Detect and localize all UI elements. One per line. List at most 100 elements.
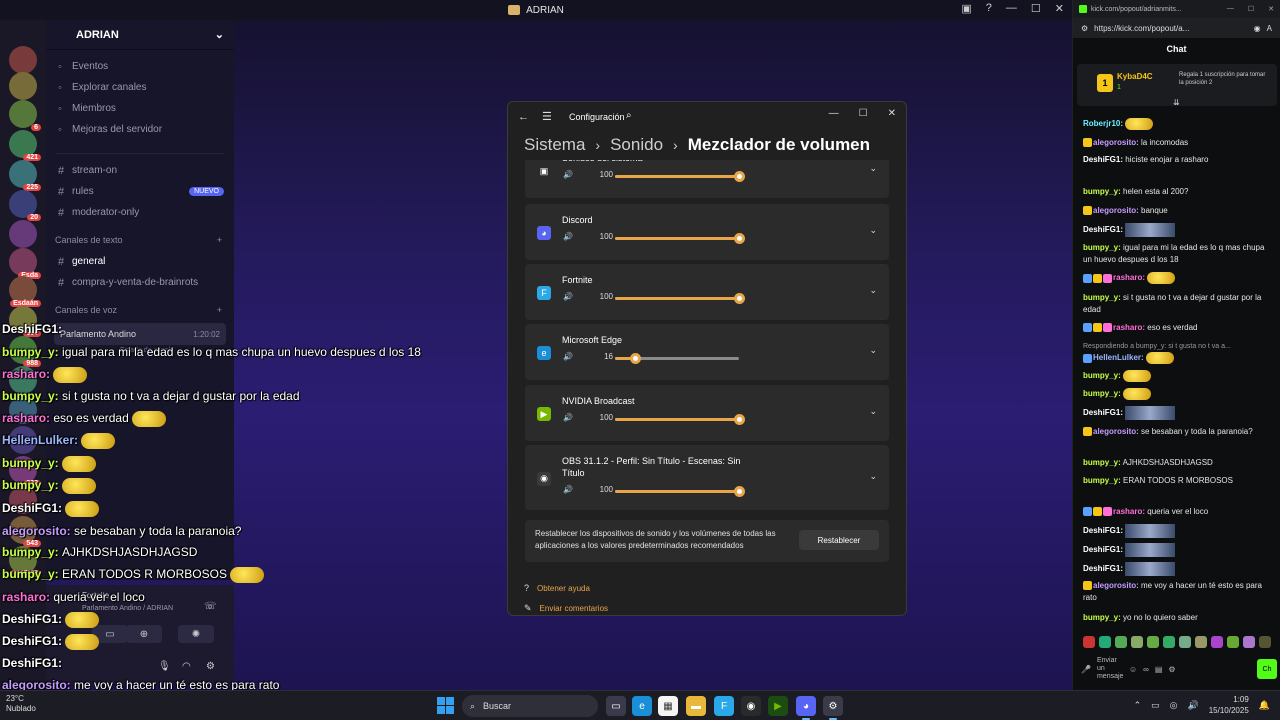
chat-username[interactable]: HellenLulker: (1093, 353, 1144, 362)
gear-icon[interactable]: ⚙ (1168, 665, 1175, 674)
volume-slider[interactable] (615, 171, 745, 182)
emote-bar[interactable] (1083, 636, 1273, 650)
chat-username[interactable]: DeshiFG1: (1083, 225, 1123, 234)
chat-username[interactable]: DeshiFG1: (1083, 526, 1123, 535)
channel-stream-on[interactable]: # stream-on (46, 160, 234, 181)
volume-slider-thumb[interactable] (734, 233, 745, 244)
network-icon[interactable]: ◎ (1170, 700, 1178, 711)
add-channel-icon[interactable]: + (217, 235, 222, 245)
reset-button[interactable]: Restablecer (799, 530, 879, 550)
help-icon[interactable]: ? (986, 2, 992, 15)
volume-slider-thumb[interactable] (734, 293, 745, 304)
display-icon[interactable]: ▭ (1151, 700, 1160, 711)
chat-username[interactable]: rasharo: (1113, 507, 1145, 516)
chat-username[interactable]: bumpy_y: (1083, 371, 1121, 380)
close-button[interactable]: ✕ (1055, 2, 1064, 15)
chat-username[interactable]: bumpy_y: (1083, 613, 1121, 622)
chat-username[interactable]: Roberjr10: (1083, 119, 1123, 128)
quick-emote-icon[interactable] (1131, 636, 1143, 648)
add-voice-channel-icon[interactable]: + (217, 305, 222, 315)
chat-username[interactable]: bumpy_y: (1083, 476, 1121, 485)
volume-icon[interactable]: 🔊 (1188, 700, 1199, 711)
server-icon[interactable]: 6 (9, 100, 41, 131)
quick-emote-icon[interactable] (1195, 636, 1207, 648)
maximize-button[interactable]: ☐ (1031, 2, 1041, 15)
volume-slider-thumb[interactable] (629, 353, 641, 364)
close-button[interactable]: ✕ (1268, 5, 1274, 13)
help-link[interactable]: ? Obtener ayuda (524, 583, 590, 593)
microphone-icon[interactable]: 🎤 (1081, 665, 1091, 674)
chevron-down-icon[interactable]: ⌄ (869, 225, 877, 236)
minimize-button[interactable]: — (829, 108, 839, 119)
volume-icon[interactable]: 🔊 (563, 352, 573, 361)
chat-username[interactable]: DeshiFG1: (1083, 545, 1123, 554)
quick-emote-icon[interactable] (1179, 636, 1191, 648)
server-icon[interactable]: 20 (9, 190, 41, 221)
volume-slider[interactable] (615, 293, 745, 304)
chat-username[interactable]: DeshiFG1: (1083, 408, 1123, 417)
volume-icon[interactable]: 🔊 (563, 170, 573, 179)
store-icon[interactable]: ▦ (658, 696, 678, 716)
file-explorer-icon[interactable]: ▬ (686, 696, 706, 716)
server-icon[interactable] (9, 72, 37, 100)
clock[interactable]: 1:09 15/10/2025 (1209, 694, 1249, 716)
server-icon[interactable] (9, 46, 37, 74)
nvidia-icon[interactable]: ▶ (768, 696, 788, 716)
volume-slider[interactable] (615, 486, 745, 497)
notifications-icon[interactable]: 🔔 (1259, 700, 1270, 711)
taskbar-search[interactable]: ⌕ Buscar (462, 695, 598, 717)
link-icon[interactable]: ∞ (1143, 665, 1149, 674)
channel-moderator-only[interactable]: # moderator-only (46, 202, 234, 223)
chat-username[interactable]: DeshiFG1: (1083, 155, 1123, 164)
volume-icon[interactable]: 🔊 (563, 485, 573, 494)
start-button[interactable] (437, 697, 454, 714)
breadcrumb-system[interactable]: Sistema (524, 135, 585, 155)
quick-emote-icon[interactable] (1211, 636, 1223, 648)
volume-slider-thumb[interactable] (734, 486, 745, 497)
chat-username[interactable]: alegorosito: (1093, 206, 1139, 215)
settings-gear-icon[interactable]: ⚙ (823, 696, 843, 720)
chat-username[interactable]: bumpy_y: (1083, 187, 1121, 196)
breadcrumb-sound[interactable]: Sonido (610, 135, 663, 155)
feedback-link[interactable]: ✎ Enviar comentarios (524, 603, 608, 614)
chevron-down-icon[interactable]: ⌄ (869, 471, 877, 482)
chat-username[interactable]: rasharo: (1113, 323, 1145, 332)
sidebar-item-miembros[interactable]: ◦ Miembros (46, 98, 234, 119)
site-info-icon[interactable]: ⚙ (1081, 24, 1088, 33)
chat-username[interactable]: bumpy_y: (1083, 243, 1121, 252)
volume-icon[interactable]: 🔊 (563, 292, 573, 301)
volume-slider[interactable] (615, 233, 745, 244)
minimize-button[interactable]: — (1006, 2, 1017, 15)
volume-slider[interactable] (615, 414, 745, 425)
volume-slider[interactable] (615, 353, 739, 364)
quick-emote-icon[interactable] (1099, 636, 1111, 648)
volume-slider-thumb[interactable] (734, 414, 745, 425)
chat-username[interactable]: alegorosito: (1093, 138, 1139, 147)
quick-emote-icon[interactable] (1115, 636, 1127, 648)
store-icon[interactable]: ▤ (1155, 665, 1163, 674)
quick-emote-icon[interactable] (1147, 636, 1159, 648)
quick-emote-icon[interactable] (1259, 636, 1271, 648)
server-icon[interactable] (9, 220, 37, 248)
collapse-icon[interactable]: ⇊ (1173, 98, 1180, 107)
emote-picker-icon[interactable]: ☺ (1129, 665, 1137, 674)
channel-general[interactable]: # general (46, 251, 234, 272)
weather-widget[interactable]: 23°C Nublado (6, 694, 36, 714)
channel-rules[interactable]: # rules NUEVO (46, 181, 234, 202)
send-button[interactable]: Ch (1257, 659, 1277, 679)
browser-tab[interactable]: kick.com/popout/adrianmits... — ☐ ✕ (1073, 0, 1280, 18)
chat-username[interactable]: alegorosito: (1093, 581, 1139, 590)
chat-username[interactable]: bumpy_y: (1083, 293, 1121, 302)
sidebar-item-eventos[interactable]: ◦ Eventos (46, 56, 234, 77)
text-category[interactable]: Canales de texto + (46, 229, 234, 251)
server-header[interactable]: ADRIAN ⌄ (46, 20, 234, 50)
maximize-button[interactable]: ☐ (859, 108, 868, 119)
sidebar-item-mejoras-del-servidor[interactable]: ◦ Mejoras del servidor (46, 119, 234, 140)
chat-username[interactable]: rasharo: (1113, 273, 1145, 282)
chat-username[interactable]: bumpy_y: (1083, 458, 1121, 467)
quick-emote-icon[interactable] (1083, 636, 1095, 648)
discord-icon[interactable]: ◕ (796, 696, 816, 720)
search-icon[interactable]: ⌕ (626, 110, 632, 121)
edge-icon[interactable]: e (632, 696, 652, 716)
chevron-down-icon[interactable]: ⌄ (869, 406, 877, 417)
